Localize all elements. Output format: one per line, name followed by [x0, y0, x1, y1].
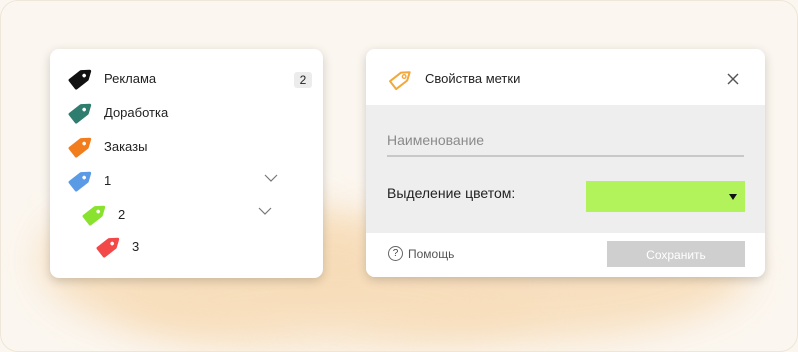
close-button[interactable] [723, 69, 743, 89]
label-name: 3 [132, 238, 140, 254]
tag-icon [389, 71, 411, 91]
label-item-3[interactable]: 3 [94, 231, 139, 261]
chevron-down-icon[interactable] [258, 207, 272, 215]
help-circle-icon: ? [388, 246, 403, 261]
help-label: Помощь [408, 246, 455, 261]
tag-icon [68, 171, 92, 192]
label-name-input[interactable] [387, 125, 744, 157]
count-badge: 2 [294, 72, 312, 88]
tag-icon [96, 237, 120, 258]
dialog-body: Выделение цветом: [366, 105, 765, 233]
color-highlight-label: Выделение цветом: [387, 185, 516, 201]
label-item-reklama[interactable]: Реклама [66, 63, 156, 93]
caret-down-icon [729, 194, 737, 200]
color-select-dropdown[interactable] [586, 181, 745, 212]
save-button[interactable]: Сохранить [607, 241, 745, 267]
label-name: 2 [118, 206, 126, 222]
tag-icon [68, 69, 92, 90]
label-item-1[interactable]: 1 [66, 165, 111, 195]
help-link[interactable]: ? Помощь [388, 246, 454, 261]
label-name: Доработка [104, 104, 169, 120]
label-name: 1 [104, 172, 112, 188]
dialog-header: Свойства метки [366, 49, 765, 105]
label-item-dorabotka[interactable]: Доработка [66, 97, 168, 127]
label-item-2[interactable]: 2 [80, 199, 125, 229]
close-icon [727, 73, 739, 85]
tag-icon [68, 137, 92, 158]
label-properties-dialog: Свойства метки Выделение цветом: ? Помощ… [366, 49, 765, 277]
dialog-footer: ? Помощь Сохранить [366, 233, 765, 277]
tag-icon [68, 103, 92, 124]
tag-icon [82, 205, 106, 226]
chevron-down-icon[interactable] [264, 174, 278, 182]
dialog-title: Свойства метки [425, 71, 521, 86]
label-name: Реклама [104, 70, 157, 86]
label-name: Заказы [104, 138, 148, 154]
label-item-zakazy[interactable]: Заказы [66, 131, 147, 161]
labels-list-panel: Реклама 2 Доработка Заказы 1 2 3 [50, 49, 323, 278]
